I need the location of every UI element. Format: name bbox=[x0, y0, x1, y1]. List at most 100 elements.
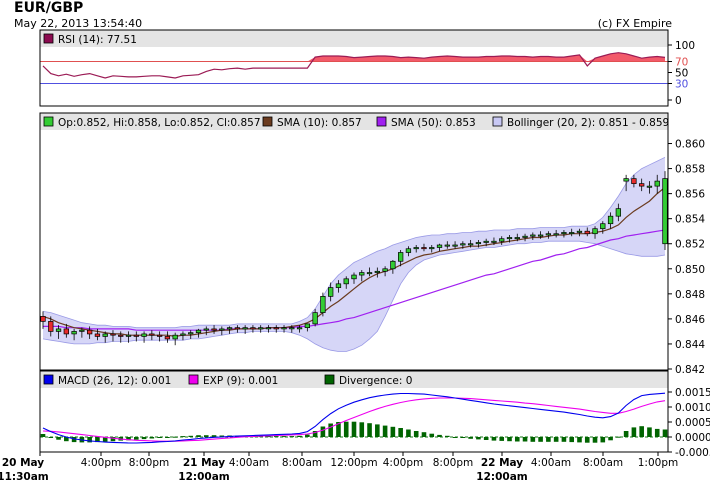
divergence-bar bbox=[491, 437, 497, 441]
candle-body bbox=[499, 238, 505, 242]
forex-chart: RSI (14): 77.51 1007050300Op:0.852, Hi:0.… bbox=[0, 29, 710, 483]
candle-body bbox=[522, 235, 528, 238]
divergence-bar bbox=[546, 437, 551, 442]
candle-body bbox=[631, 178, 637, 184]
divergence-bar bbox=[281, 436, 287, 438]
divergence-bar bbox=[499, 437, 505, 441]
divergence-bar bbox=[141, 437, 147, 440]
divergence-bar bbox=[398, 428, 403, 437]
divergence-bar bbox=[631, 427, 637, 437]
candle-body bbox=[273, 327, 279, 330]
price-y-tick-label: 0.842 bbox=[675, 364, 705, 376]
divergence-bar bbox=[592, 437, 598, 443]
candle-body bbox=[133, 334, 139, 337]
divergence-bar bbox=[87, 437, 92, 443]
price-legend-swatch bbox=[43, 116, 54, 127]
candle-body bbox=[398, 252, 404, 262]
candle-body bbox=[242, 327, 248, 330]
divergence-bar bbox=[654, 428, 660, 437]
divergence-bar bbox=[328, 423, 333, 437]
price-legend-swatch bbox=[262, 116, 273, 127]
divergence-bar bbox=[514, 437, 520, 442]
divergence-bar bbox=[538, 437, 543, 442]
candle-body bbox=[188, 332, 194, 335]
x-axis-tick-label: 20 May bbox=[2, 457, 44, 469]
candle-body bbox=[258, 327, 264, 330]
price-legend-swatch bbox=[492, 116, 503, 127]
bollinger-band bbox=[43, 157, 665, 352]
price-y-tick-label: 0.852 bbox=[675, 239, 705, 251]
divergence-bar bbox=[561, 437, 567, 442]
candle-body bbox=[110, 333, 116, 336]
price-y-tick-label: 0.848 bbox=[675, 289, 705, 301]
divergence-bar bbox=[375, 424, 380, 437]
macd-y-tick-label: -0.0005 bbox=[675, 447, 710, 459]
divergence-bar bbox=[48, 437, 54, 438]
divergence-bar bbox=[180, 436, 186, 438]
candle-body bbox=[79, 329, 85, 332]
candle-body bbox=[102, 333, 108, 337]
candle-body bbox=[646, 185, 653, 188]
rsi-line bbox=[42, 52, 666, 79]
candle-body bbox=[118, 334, 124, 337]
divergence-bar bbox=[40, 434, 46, 437]
macd-legend-label: EXP (9): 0.001 bbox=[203, 375, 278, 387]
macd-legend-label: Divergence: 0 bbox=[339, 375, 412, 387]
candle-body bbox=[211, 328, 217, 331]
macd-y-tick-label: 0.0015 bbox=[675, 387, 710, 399]
candle-body bbox=[265, 327, 272, 330]
candle-body bbox=[382, 268, 388, 272]
divergence-bar bbox=[390, 426, 396, 437]
candle-body bbox=[607, 215, 614, 225]
candle-body bbox=[55, 328, 62, 332]
candle-body bbox=[234, 327, 241, 330]
candle-body bbox=[436, 244, 443, 248]
price-legend-swatch bbox=[376, 116, 387, 127]
candle-body bbox=[537, 234, 544, 237]
candle-body bbox=[623, 178, 629, 182]
divergence-bar bbox=[413, 431, 419, 437]
x-axis-tick-label: 4:00pm bbox=[81, 457, 121, 469]
candle-body bbox=[467, 243, 474, 246]
candle-body bbox=[475, 242, 482, 245]
x-axis-tick-sublabel: 11:30am bbox=[0, 471, 49, 483]
candle-body bbox=[460, 243, 466, 246]
divergence-bar bbox=[483, 437, 489, 440]
candle-body bbox=[592, 228, 598, 235]
price-y-tick-label: 0.856 bbox=[675, 189, 705, 201]
macd-y-tick-label: 0.0000 bbox=[675, 432, 710, 444]
divergence-bar bbox=[203, 435, 209, 437]
price-y-tick-label: 0.846 bbox=[675, 314, 705, 326]
candle-body bbox=[125, 334, 132, 337]
candle-body bbox=[48, 321, 54, 332]
candle-body bbox=[304, 323, 310, 329]
candle-body bbox=[351, 274, 357, 280]
candle-body bbox=[328, 287, 334, 297]
x-axis-tick-label: 12:00pm bbox=[330, 457, 377, 469]
divergence-bar bbox=[382, 425, 388, 437]
candle-body bbox=[374, 270, 380, 273]
candle-body bbox=[312, 312, 318, 325]
divergence-bar bbox=[662, 429, 668, 437]
divergence-bar bbox=[56, 437, 61, 440]
candle-body bbox=[413, 247, 419, 250]
price-y-tick-label: 0.844 bbox=[675, 339, 705, 351]
rsi-legend-label: RSI (14): 77.51 bbox=[58, 34, 137, 46]
divergence-bar bbox=[507, 437, 512, 442]
candle-body bbox=[615, 208, 621, 217]
candle-body bbox=[164, 336, 171, 340]
rsi-y-tick-label: 30 bbox=[675, 79, 688, 91]
candle-body bbox=[366, 272, 373, 275]
candle-body bbox=[639, 183, 645, 187]
candle-body bbox=[654, 180, 660, 187]
candle-body bbox=[429, 247, 435, 250]
divergence-bar bbox=[134, 437, 139, 440]
candle-body bbox=[561, 232, 567, 235]
divergence-bar bbox=[157, 437, 162, 438]
candle-body bbox=[250, 327, 256, 330]
divergence-bar bbox=[553, 437, 559, 442]
divergence-bar bbox=[608, 437, 613, 441]
candle-body bbox=[71, 331, 77, 335]
divergence-bar bbox=[406, 429, 411, 437]
divergence-bar bbox=[437, 434, 442, 437]
